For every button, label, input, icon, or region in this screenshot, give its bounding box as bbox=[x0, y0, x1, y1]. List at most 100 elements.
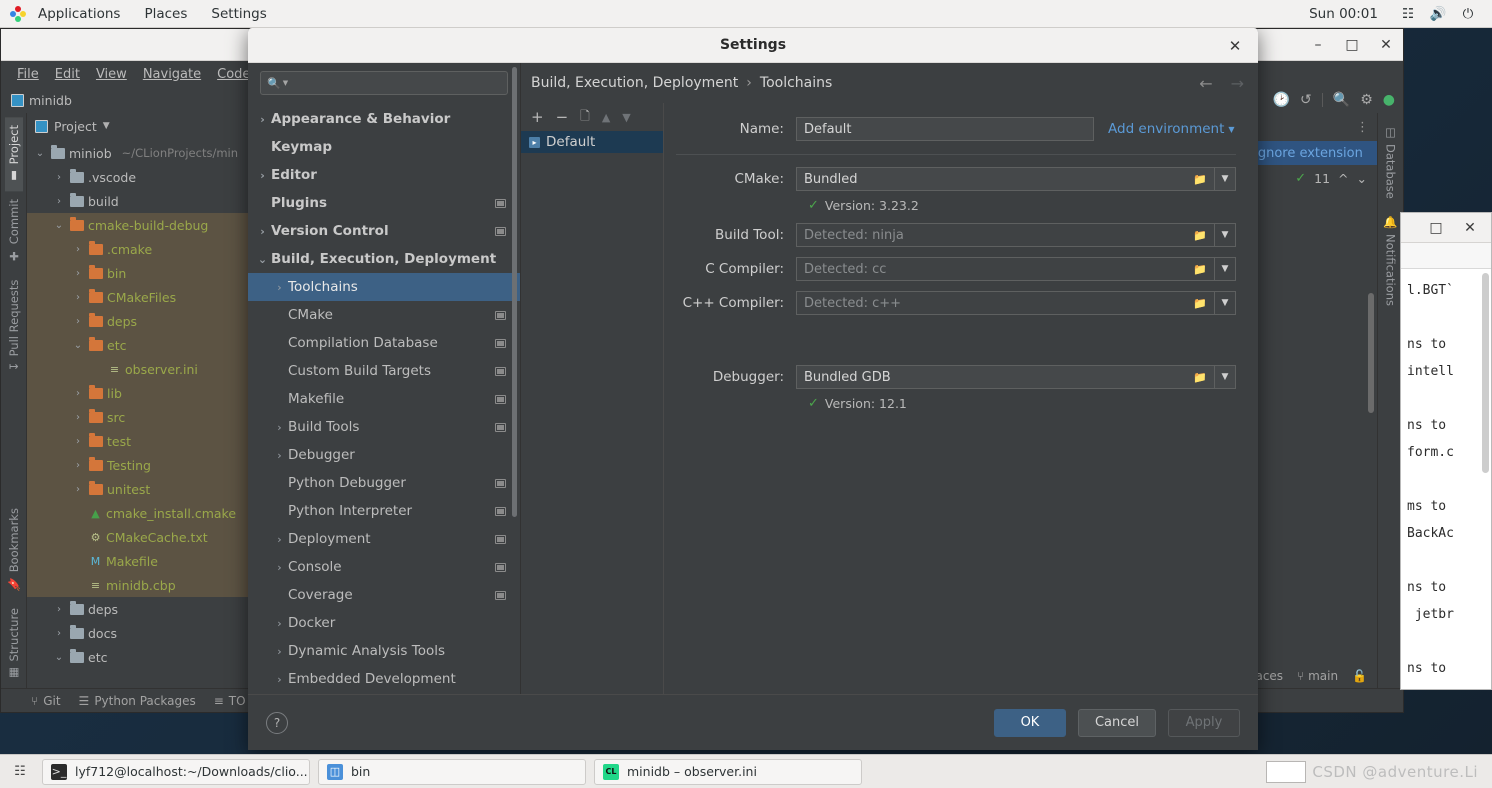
next-problem-icon[interactable]: ⌄ bbox=[1357, 171, 1367, 186]
settings-tree-item-embedded-development[interactable]: › Embedded Development bbox=[248, 665, 520, 693]
folder-browse-icon[interactable]: 📁 bbox=[1186, 167, 1214, 191]
tool-window-database[interactable]: ◫ Database bbox=[1382, 119, 1400, 205]
project-tree-node[interactable]: › deps bbox=[27, 309, 249, 333]
chevron-down-icon[interactable]: ▼ bbox=[1214, 257, 1236, 281]
settings-tree-item-coverage[interactable]: Coverage bbox=[248, 581, 520, 609]
chevron-right-icon[interactable]: › bbox=[71, 436, 85, 447]
settings-tree-item-debugger[interactable]: › Debugger bbox=[248, 441, 520, 469]
editor-scrollbar[interactable] bbox=[1368, 293, 1374, 413]
settings-tree-item-keymap[interactable]: Keymap bbox=[248, 133, 520, 161]
move-down-icon[interactable]: ▼ bbox=[622, 111, 630, 124]
chevron-right-icon[interactable]: › bbox=[254, 225, 271, 238]
project-tree-node[interactable]: › build bbox=[27, 189, 249, 213]
status-python-packages[interactable]: ☰ Python Packages bbox=[79, 694, 196, 708]
chevron-right-icon[interactable]: › bbox=[52, 172, 66, 183]
settings-tree-item-compilation-database[interactable]: Compilation Database bbox=[248, 329, 520, 357]
folder-browse-icon[interactable]: 📁 bbox=[1186, 365, 1214, 389]
settings-gear-icon[interactable]: ⚙ bbox=[1360, 92, 1373, 108]
chevron-down-icon[interactable]: ⌄ bbox=[52, 220, 66, 231]
settings-tree-item-python-interpreter[interactable]: Python Interpreter bbox=[248, 497, 520, 525]
chevron-right-icon[interactable]: › bbox=[271, 561, 288, 574]
volume-icon[interactable]: 🔊 bbox=[1424, 0, 1452, 28]
chevron-down-icon[interactable]: ⌄ bbox=[71, 340, 85, 351]
settings-tree-scrollbar[interactable] bbox=[512, 67, 517, 517]
project-tree-node[interactable]: › CMakeFiles bbox=[27, 285, 249, 309]
chevron-right-icon[interactable]: › bbox=[271, 673, 288, 686]
project-file-tree[interactable]: ⌄ miniob ~/CLionProjects/min › .vscode › build… bbox=[27, 139, 249, 688]
ide-minimize-button[interactable]: – bbox=[1301, 29, 1335, 61]
project-tree-node[interactable]: › bin bbox=[27, 261, 249, 285]
network-icon[interactable]: ☷ bbox=[1394, 0, 1422, 28]
chevron-right-icon[interactable]: › bbox=[71, 292, 85, 303]
settings-tree-item-dynamic-analysis-tools[interactable]: › Dynamic Analysis Tools bbox=[248, 637, 520, 665]
settings-tree-item-python-debugger[interactable]: Python Debugger bbox=[248, 469, 520, 497]
chevron-down-icon[interactable]: ⌄ bbox=[254, 253, 271, 266]
menu-navigate[interactable]: Navigate bbox=[135, 61, 209, 87]
help-icon[interactable]: ? bbox=[266, 711, 288, 734]
project-tree-node[interactable]: ⌄ etc bbox=[27, 333, 249, 357]
ide-close-button[interactable]: ✕ bbox=[1369, 29, 1403, 61]
chevron-down-icon[interactable]: ▼ bbox=[283, 79, 288, 87]
add-environment-button[interactable]: Add environment ▼ bbox=[1108, 121, 1235, 137]
settings-tree-item-toolchains[interactable]: › Toolchains bbox=[248, 273, 520, 301]
chevron-right-icon[interactable]: › bbox=[71, 412, 85, 423]
cmake-combo[interactable]: Bundled 📁 ▼ bbox=[796, 167, 1236, 191]
ide-maximize-button[interactable]: □ bbox=[1335, 29, 1369, 61]
chevron-down-icon[interactable]: ▼ bbox=[103, 121, 110, 131]
project-tree-node[interactable]: ⌄ miniob ~/CLionProjects/min bbox=[27, 141, 249, 165]
apply-button[interactable]: Apply bbox=[1168, 708, 1240, 737]
navbar-project-chip[interactable]: minidb bbox=[11, 93, 72, 108]
settings-tree-item-appearance-behavior[interactable]: › Appearance & Behavior bbox=[248, 105, 520, 133]
debugger-combo[interactable]: Bundled GDB 📁 ▼ bbox=[796, 365, 1236, 389]
cmake-value[interactable]: Bundled bbox=[796, 167, 1186, 191]
branch-status[interactable]: ⑂ main bbox=[1297, 669, 1338, 683]
tool-window-commit[interactable]: ✚ Commit bbox=[5, 191, 23, 271]
chevron-right-icon[interactable]: › bbox=[71, 484, 85, 495]
taskbar-item-terminal[interactable]: >_ lyf712@localhost:~/Downloads/clio... bbox=[42, 758, 310, 785]
chevron-right-icon[interactable]: › bbox=[271, 645, 288, 658]
folder-browse-icon[interactable]: 📁 bbox=[1186, 291, 1214, 315]
os-clock[interactable]: Sun 00:01 bbox=[1295, 6, 1392, 22]
chevron-right-icon[interactable]: › bbox=[271, 533, 288, 546]
settings-search-input[interactable] bbox=[293, 75, 501, 91]
forward-arrow-icon[interactable]: → bbox=[1231, 74, 1244, 93]
chevron-right-icon[interactable]: › bbox=[271, 281, 288, 294]
chevron-right-icon[interactable]: › bbox=[71, 388, 85, 399]
chevron-right-icon[interactable]: › bbox=[254, 169, 271, 182]
project-tree-node[interactable]: ▲ cmake_install.cmake bbox=[27, 501, 249, 525]
menu-file[interactable]: File bbox=[9, 61, 47, 87]
os-menu-places[interactable]: Places bbox=[132, 0, 199, 28]
back-arrow-icon[interactable]: ← bbox=[1199, 74, 1212, 93]
project-tree-node[interactable]: M Makefile bbox=[27, 549, 249, 573]
taskbar-item-clion[interactable]: CL minidb – observer.ini bbox=[594, 758, 862, 785]
background-window-scrollbar[interactable] bbox=[1482, 273, 1489, 473]
chevron-right-icon[interactable]: › bbox=[52, 196, 66, 207]
chevron-right-icon[interactable]: › bbox=[271, 617, 288, 630]
project-tree-node[interactable]: ⌄ etc bbox=[27, 645, 249, 669]
settings-tree-item-console[interactable]: › Console bbox=[248, 553, 520, 581]
ignore-extension-item[interactable]: Ignore extension bbox=[1244, 141, 1377, 165]
build-tool-combo[interactable]: Detected: ninja 📁 ▼ bbox=[796, 223, 1236, 247]
chevron-right-icon[interactable]: › bbox=[71, 460, 85, 471]
ok-button[interactable]: OK bbox=[993, 708, 1066, 737]
tool-window-bookmarks[interactable]: 🔖 Bookmarks bbox=[5, 500, 23, 599]
show-desktop-icon[interactable]: ☷ bbox=[6, 759, 34, 785]
chevron-down-icon[interactable]: ▼ bbox=[1214, 365, 1236, 389]
cxx-compiler-combo[interactable]: Detected: c++ 📁 ▼ bbox=[796, 291, 1236, 315]
ai-assistant-icon[interactable]: ● bbox=[1383, 92, 1395, 108]
cxx-compiler-value[interactable]: Detected: c++ bbox=[796, 291, 1186, 315]
project-tree-node[interactable]: › Testing bbox=[27, 453, 249, 477]
move-up-icon[interactable]: ▲ bbox=[602, 111, 610, 124]
project-tree-node[interactable]: ⚙ CMakeCache.txt bbox=[27, 525, 249, 549]
tool-window-project[interactable]: ▮ Project bbox=[4, 117, 23, 192]
project-tree-node[interactable]: › src bbox=[27, 405, 249, 429]
workspace-switcher[interactable] bbox=[1266, 760, 1307, 783]
menu-edit[interactable]: Edit bbox=[47, 61, 88, 87]
project-tree-node[interactable]: › unitest bbox=[27, 477, 249, 501]
project-tree-node[interactable]: ≡ minidb.cbp bbox=[27, 573, 249, 597]
settings-tree-item-custom-build-targets[interactable]: Custom Build Targets bbox=[248, 357, 520, 385]
folder-browse-icon[interactable]: 📁 bbox=[1186, 223, 1214, 247]
power-icon[interactable]: ⏻ bbox=[1454, 0, 1482, 28]
remove-toolchain-icon[interactable]: − bbox=[556, 108, 569, 126]
name-input[interactable]: Default bbox=[796, 117, 1094, 141]
